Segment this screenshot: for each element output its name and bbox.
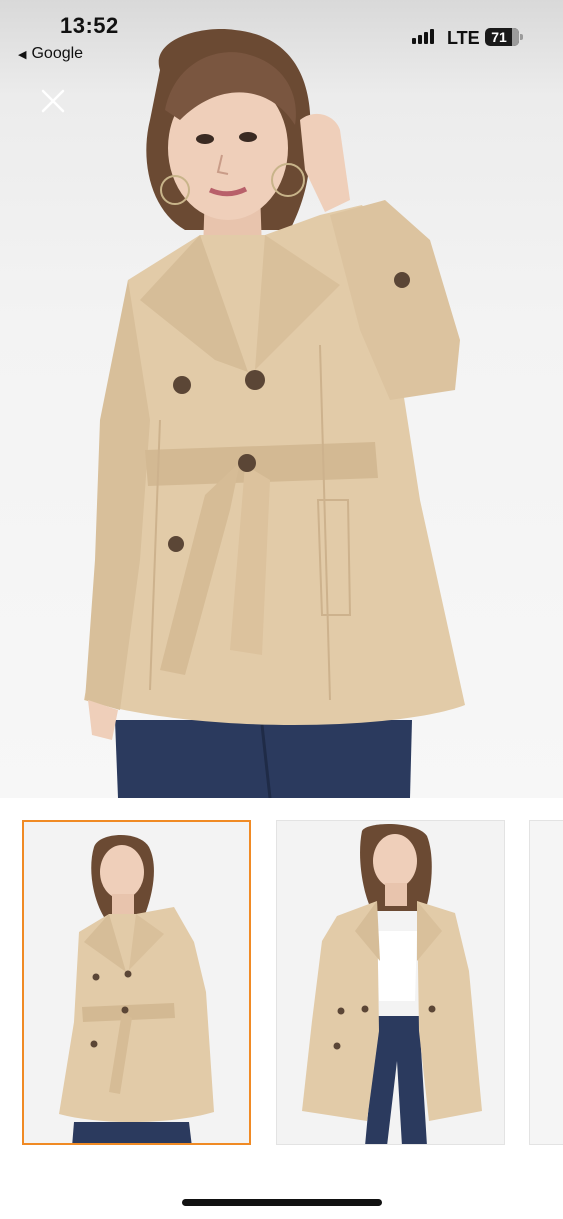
thumbnail-2[interactable] bbox=[276, 820, 505, 1145]
product-main-image[interactable]: 13:52 ◀ Google LTE 71 bbox=[0, 0, 563, 798]
back-triangle-icon: ◀ bbox=[18, 48, 27, 61]
thumbnail-1[interactable] bbox=[22, 820, 251, 1145]
close-icon bbox=[41, 89, 65, 113]
thumbnail-photo-partial bbox=[530, 821, 563, 1144]
thumbnail-photo-open-coat bbox=[277, 821, 504, 1144]
network-type: LTE bbox=[447, 28, 480, 48]
battery-empty-segment bbox=[512, 28, 519, 46]
thumbnail-3[interactable] bbox=[529, 820, 563, 1145]
status-time: 13:52 bbox=[60, 13, 119, 38]
battery-level: 71 bbox=[491, 29, 507, 45]
back-to-app-link[interactable]: ◀ Google bbox=[18, 45, 83, 63]
battery-nub bbox=[520, 34, 523, 40]
cellular-signal-icon bbox=[412, 29, 434, 44]
thumbnail-photo-front bbox=[24, 822, 249, 1143]
back-app-label: Google bbox=[31, 45, 84, 62]
close-button[interactable] bbox=[38, 86, 68, 116]
thumbnail-gallery bbox=[0, 798, 563, 1178]
home-indicator[interactable] bbox=[182, 1199, 382, 1206]
battery-icon: 71 bbox=[485, 28, 519, 46]
model-trench-coat-photo bbox=[84, 29, 465, 798]
